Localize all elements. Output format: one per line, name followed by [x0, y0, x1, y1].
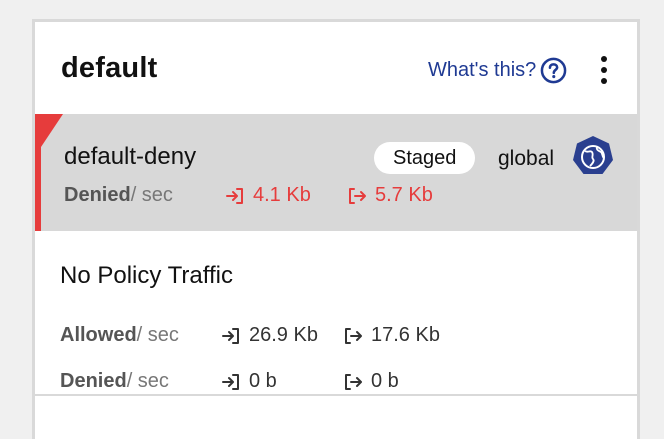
status-badge: Staged — [374, 142, 476, 174]
tier-title: default — [61, 52, 158, 84]
policy-inbound-metric: 4.1 Kb — [225, 184, 311, 207]
whats-this-link[interactable]: What's this? — [428, 57, 567, 84]
section-title: No Policy Traffic — [60, 262, 233, 289]
denied-outbound-metric: 0 b — [343, 370, 399, 393]
arrow-in-icon — [222, 373, 239, 390]
denied-inbound-metric: 0 b — [221, 370, 277, 393]
allowed-outbound-metric: 17.6 Kb — [343, 324, 440, 347]
policy-name[interactable]: default-deny — [64, 143, 196, 171]
denied-inbound-value: 0 b — [249, 370, 277, 392]
allowed-inbound-value: 26.9 Kb — [249, 324, 318, 346]
scope-label: global — [498, 147, 555, 170]
arrow-out-icon — [349, 187, 366, 204]
arrow-in-icon — [226, 187, 243, 204]
policy-inbound-value: 4.1 Kb — [253, 184, 311, 206]
tier-header: default What's this? — [35, 22, 637, 114]
help-circle-icon[interactable] — [540, 57, 567, 84]
policy-denied-label: Denied/ sec — [64, 184, 173, 206]
allowed-outbound-value: 17.6 Kb — [371, 324, 440, 346]
allowed-label: Allowed/ sec — [60, 324, 179, 346]
globe-badge-icon — [573, 136, 613, 174]
arrow-in-icon — [222, 327, 239, 344]
policy-outbound-value: 5.7 Kb — [375, 184, 433, 206]
policy-outbound-metric: 5.7 Kb — [347, 184, 433, 207]
allowed-inbound-metric: 26.9 Kb — [221, 324, 318, 347]
staged-flag-icon — [35, 114, 63, 231]
denied-label: Denied/ sec — [60, 370, 169, 392]
no-policy-traffic-section: No Policy Traffic Allowed/ sec 26.9 Kb 1… — [35, 231, 637, 396]
whats-this-label: What's this? — [428, 59, 537, 81]
kebab-menu-icon[interactable] — [597, 56, 611, 84]
policy-row-default-deny[interactable]: default-deny Staged global Denied/ sec 4… — [35, 114, 637, 231]
arrow-out-icon — [345, 327, 362, 344]
tier-panel: default What's this? default-deny Staged… — [32, 19, 640, 439]
denied-outbound-value: 0 b — [371, 370, 399, 392]
arrow-out-icon — [345, 373, 362, 390]
